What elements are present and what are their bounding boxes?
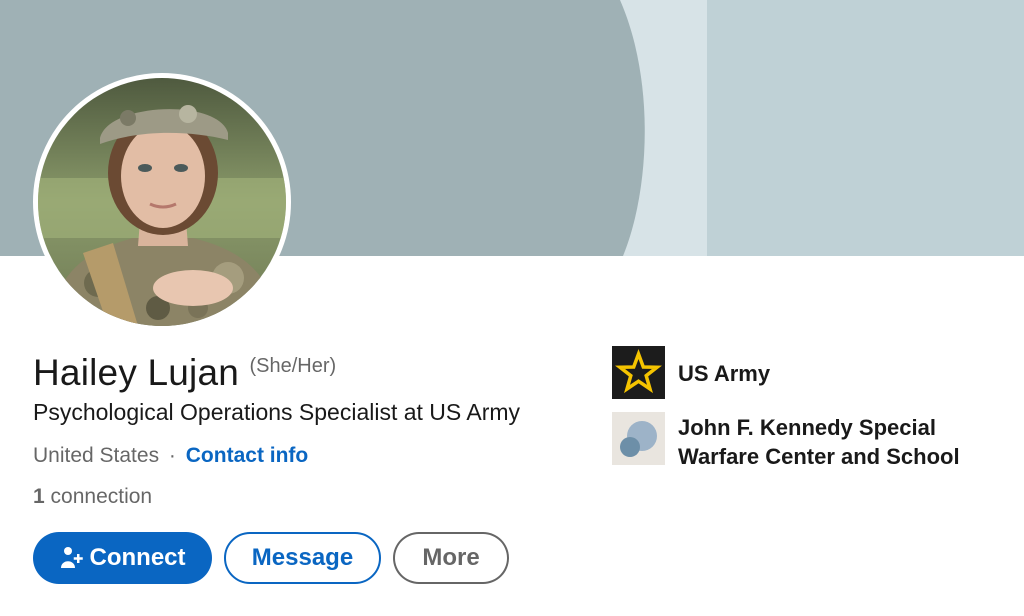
add-person-icon (60, 546, 84, 570)
location-row: United States · Contact info (33, 444, 308, 468)
profile-photo[interactable] (33, 73, 291, 331)
profile-name: Hailey Lujan (33, 352, 240, 393)
org-item-us-army[interactable]: US Army (612, 346, 770, 399)
connections-count[interactable]: 1 connection (33, 485, 152, 509)
default-school-logo (612, 412, 665, 465)
connect-button[interactable]: Connect (33, 532, 212, 584)
org-item-jfk-school[interactable]: John F. Kennedy Special Warfare Center a… (612, 412, 960, 471)
profile-headline: Psychological Operations Specialist at U… (33, 399, 521, 425)
profile-photo-image (38, 78, 286, 326)
connections-label: connection (50, 485, 153, 508)
org-name-jfk-school: John F. Kennedy Special Warfare Center a… (678, 413, 960, 471)
org-name-line-2: Warfare Center and School (678, 444, 960, 469)
army-star-logo (612, 346, 665, 399)
message-button[interactable]: Message (224, 532, 381, 584)
more-button[interactable]: More (393, 532, 509, 584)
connect-button-label: Connect (89, 544, 186, 571)
org-name-us-army: US Army (678, 361, 771, 386)
contact-info-link[interactable]: Contact info (186, 444, 308, 467)
separator-dot: · (168, 444, 176, 467)
pronouns: (She/Her) (249, 355, 337, 377)
location-text: United States (33, 444, 160, 467)
connections-number: 1 (33, 485, 45, 508)
org-name-line-1: John F. Kennedy Special (678, 415, 936, 440)
name-row: Hailey Lujan (She/Her) (33, 352, 336, 394)
